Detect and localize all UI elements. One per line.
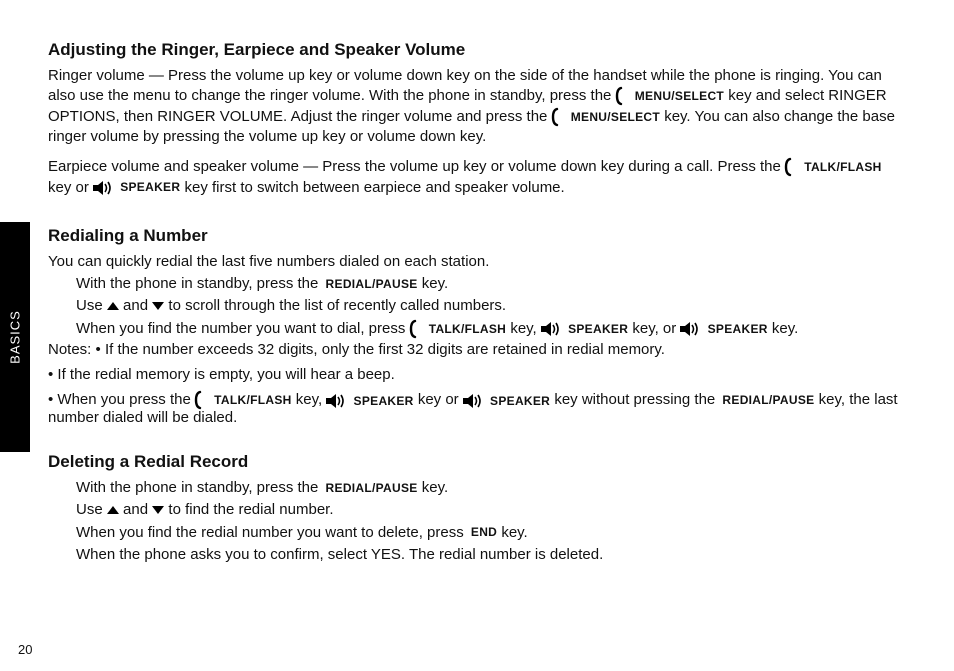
heading-redial: Redialing a Number (48, 226, 906, 246)
speaker-key: SPEAKER (326, 392, 413, 409)
key-label: MENU/SELECT (635, 88, 724, 104)
note-3: • When you press the TALK/FLASH key, SPE… (48, 391, 906, 426)
redial-step-3: When you find the number you want to dia… (76, 319, 906, 339)
redial-step-1: With the phone in standby, press the RED… (76, 274, 906, 294)
down-arrow-icon (152, 297, 164, 314)
talk-flash-key: TALK/FLASH (195, 391, 292, 409)
heading-call-options: Adjusting the Ringer, Earpiece and Speak… (48, 40, 906, 60)
text: to find the redial number. (168, 501, 333, 518)
speaker-icon (93, 181, 113, 195)
note-2: • If the redial memory is empty, you wil… (48, 366, 906, 383)
handset-icon (785, 158, 797, 176)
text: When you find the number you want to dia… (76, 320, 405, 337)
speaker-icon (463, 394, 483, 408)
key-label: END (471, 524, 497, 540)
key-label: REDIAL/PAUSE (326, 276, 418, 292)
key-label: TALK/FLASH (214, 393, 291, 407)
speaker-key: SPEAKER (463, 392, 550, 409)
text: and (123, 501, 148, 518)
text: to scroll through the list of recently c… (168, 297, 506, 314)
text: key or (418, 391, 459, 408)
speaker-icon (541, 322, 561, 336)
text: With the phone in standby, press the (76, 275, 318, 292)
text: • When you press the (48, 391, 191, 408)
text: key, (510, 320, 536, 337)
key-label: TALK/FLASH (429, 321, 506, 337)
text: key. (772, 320, 798, 337)
handset-icon (410, 320, 422, 338)
handset-icon (195, 391, 207, 409)
manual-page: BASICS Adjusting the Ringer, Earpiece an… (0, 0, 954, 671)
key-icon (552, 108, 564, 126)
key-label: SPEAKER (354, 394, 414, 408)
side-tab: BASICS (0, 222, 30, 452)
speaker-icon (680, 322, 700, 336)
menu-select-key: MENU/SELECT (552, 107, 660, 127)
text: Use (76, 501, 103, 518)
down-arrow-icon (152, 501, 164, 518)
up-arrow-icon (107, 297, 119, 314)
key-icon (616, 87, 628, 105)
text: key without pressing the (554, 391, 715, 408)
text: key, or (632, 320, 676, 337)
key-label: REDIAL/PAUSE (722, 393, 814, 407)
heading-delete: Deleting a Redial Record (48, 452, 906, 472)
up-arrow-icon (107, 501, 119, 518)
key-label: MENU/SELECT (571, 109, 660, 125)
key-label: SPEAKER (120, 179, 180, 195)
speaker-key: SPEAKER (93, 178, 180, 198)
menu-select-key: MENU/SELECT (616, 86, 724, 106)
text: key or (48, 179, 89, 196)
notes-label: Notes: (48, 341, 91, 358)
key-label: TALK/FLASH (804, 159, 881, 175)
text: and (123, 297, 148, 314)
speaker-icon (326, 394, 346, 408)
text: key. (422, 479, 448, 496)
notes-line-1: Notes: • If the number exceeds 32 digits… (48, 341, 906, 358)
redial-step-2: Use and to scroll through the list of re… (76, 296, 906, 316)
delete-step-1: With the phone in standby, press the RED… (76, 478, 906, 498)
delete-step-3: When you find the redial number you want… (76, 523, 906, 543)
side-tab-label: BASICS (8, 310, 23, 364)
redial-intro: You can quickly redial the last five num… (48, 252, 906, 272)
text: Use (76, 297, 103, 314)
text: • If the redial memory is empty, you wil… (48, 366, 395, 383)
text: When you find the redial number you want… (76, 524, 464, 541)
key-label: SPEAKER (568, 321, 628, 337)
page-number: 20 (18, 642, 32, 657)
key-label: SPEAKER (490, 394, 550, 408)
delete-step-4: When the phone asks you to confirm, sele… (76, 545, 906, 565)
text: key first to switch between earpiece and… (185, 179, 565, 196)
text: With the phone in standby, press the (76, 479, 318, 496)
speaker-key: SPEAKER (680, 319, 767, 339)
ringer-volume-paragraph: Ringer volume — Press the volume up key … (48, 66, 906, 147)
text: key. (501, 524, 527, 541)
key-label: SPEAKER (708, 321, 768, 337)
note-1: • If the number exceeds 32 digits, only … (96, 341, 665, 358)
text: key, (296, 391, 322, 408)
text: key. (422, 275, 448, 292)
text: Earpiece volume and speaker volume — Pre… (48, 158, 781, 175)
key-label: REDIAL/PAUSE (326, 480, 418, 496)
speaker-key: SPEAKER (541, 319, 628, 339)
earpiece-speaker-paragraph: Earpiece volume and speaker volume — Pre… (48, 157, 906, 198)
talk-flash-key: TALK/FLASH (785, 157, 882, 177)
delete-step-2: Use and to find the redial number. (76, 500, 906, 520)
talk-flash-key: TALK/FLASH (410, 319, 507, 339)
